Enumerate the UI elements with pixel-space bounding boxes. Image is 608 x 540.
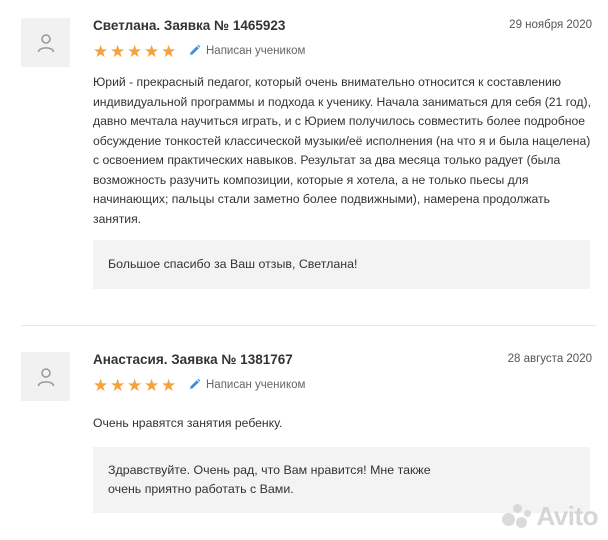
pencil-icon	[190, 378, 201, 389]
author-badge-label: Написан учеником	[206, 378, 306, 391]
star-icon: ★	[144, 42, 160, 61]
author-badge: Написан учеником	[188, 378, 305, 391]
review-date: 29 ноября 2020	[509, 19, 592, 31]
star-icon: ★	[161, 42, 177, 61]
star-icon: ★	[93, 42, 109, 61]
reply-text: Большое спасибо за Ваш отзыв, Светлана!	[108, 257, 358, 271]
teacher-reply: Большое спасибо за Ваш отзыв, Светлана!	[93, 240, 590, 289]
watermark-text: Avito	[536, 501, 598, 531]
review-divider	[21, 325, 596, 326]
user-icon	[37, 33, 54, 52]
star-icon: ★	[127, 376, 143, 395]
pencil-icon	[190, 44, 201, 55]
review-text: Юрий - прекрасный педагог, который очень…	[93, 75, 591, 226]
avito-logo-icon	[502, 503, 532, 530]
star-icon: ★	[161, 376, 177, 395]
reviewer-name: Анастасия. Заявка № 1381767	[93, 352, 293, 367]
star-icon: ★	[144, 376, 160, 395]
star-icon: ★	[127, 42, 143, 61]
avito-watermark: Avito	[502, 501, 598, 532]
rating-stars: ★ ★ ★ ★ ★	[93, 42, 177, 61]
review-date: 28 августа 2020	[507, 353, 592, 365]
star-icon: ★	[110, 376, 126, 395]
reply-text: Здравствуйте. Очень рад, что Вам нравитс…	[108, 463, 431, 496]
star-icon: ★	[93, 376, 109, 395]
author-badge-label: Написан учеником	[206, 44, 306, 57]
user-icon	[37, 367, 54, 386]
author-badge: Написан учеником	[188, 44, 305, 57]
avatar	[21, 18, 70, 67]
rating-stars: ★ ★ ★ ★ ★	[93, 376, 177, 395]
review-text: Очень нравятся занятия ребенку.	[93, 416, 283, 430]
avatar	[21, 352, 70, 401]
reviewer-name: Светлана. Заявка № 1465923	[93, 18, 286, 33]
star-icon: ★	[110, 42, 126, 61]
